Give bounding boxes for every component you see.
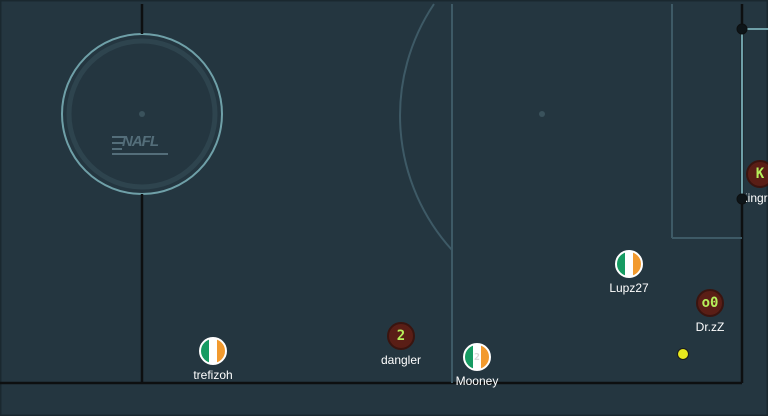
player-flag-icon <box>199 337 227 365</box>
field-spot <box>539 111 545 117</box>
ball-icon <box>677 348 689 360</box>
player-name: Dr.zZ <box>695 320 725 334</box>
player-team-badge-icon: o0 <box>696 289 724 317</box>
player-trefizoh[interactable]: trefizoh <box>168 337 258 382</box>
player-flag-icon: 2 <box>463 343 491 371</box>
player-drzz[interactable]: o0 Dr.zZ <box>665 289 755 334</box>
player-name: Mooney <box>455 374 499 388</box>
player-team-badge-icon: 2 <box>387 322 415 350</box>
player-name: Lupz27 <box>609 281 649 295</box>
logo-text: NAFL <box>122 133 159 150</box>
player-mooney[interactable]: 2 Mooney <box>432 343 522 388</box>
center-spot <box>139 111 145 117</box>
player-name: trefizoh <box>193 368 233 382</box>
goal-post-top <box>736 23 748 35</box>
player-name: Kingra <box>746 191 768 205</box>
player-flag-icon <box>615 250 643 278</box>
player-lupz27[interactable]: Lupz27 <box>584 250 674 295</box>
league-logo: NAFL <box>112 133 170 157</box>
player-kingra[interactable]: K Kingra <box>746 160 768 205</box>
player-team-badge-icon: K <box>746 160 768 188</box>
